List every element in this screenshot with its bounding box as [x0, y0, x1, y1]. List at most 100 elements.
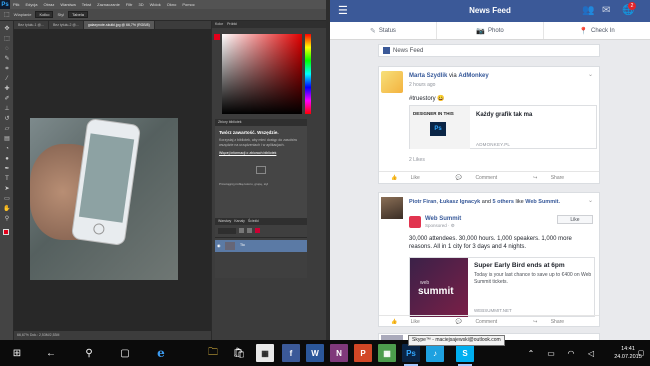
ps-swatches-tab[interactable]: Próbki	[227, 22, 237, 26]
filter-adjust-icon[interactable]	[247, 228, 252, 233]
ps-fg-swatch[interactable]	[214, 34, 220, 40]
ps-style-field[interactable]: Tabela	[68, 11, 88, 18]
post-likes-count[interactable]: 2 Likes	[409, 157, 425, 163]
app-icon[interactable]: ▦	[256, 344, 274, 362]
eraser-tool-icon[interactable]: ▱	[3, 125, 11, 133]
comment-button[interactable]: 💬 Comment	[456, 175, 509, 181]
volume-icon[interactable]: ◁	[582, 344, 600, 362]
file-explorer-icon[interactable]: 🗀	[204, 344, 222, 362]
quick-select-tool-icon[interactable]: ✎	[3, 55, 11, 63]
avatar[interactable]	[381, 197, 403, 219]
post-menu-chevron-icon[interactable]: ⌄	[588, 71, 593, 78]
ps-layer-row[interactable]: ◉ Tło	[215, 240, 307, 252]
hand-tool-icon[interactable]: ✋	[3, 205, 11, 213]
search-icon[interactable]: ⚲	[80, 344, 98, 362]
wifi-icon[interactable]: ◠	[562, 344, 580, 362]
blur-tool-icon[interactable]: ◔	[3, 145, 11, 153]
ps-menu-select[interactable]: Zaznaczanie	[94, 2, 123, 7]
zoom-tool-icon[interactable]: ⚲	[3, 215, 11, 223]
crop-tool-icon[interactable]: ⌗	[3, 65, 11, 73]
check-in-button[interactable]: 📍 Check In	[544, 22, 650, 39]
word-app-icon[interactable]: W	[306, 344, 324, 362]
ps-channels-tab[interactable]: Kanały	[234, 219, 245, 223]
ps-hue-slider[interactable]	[305, 34, 311, 114]
facebook-app-icon[interactable]: f	[282, 344, 300, 362]
messages-icon[interactable]: ✉	[602, 5, 610, 17]
ps-layers-tab[interactable]: Warstwy	[218, 219, 231, 223]
pen-tool-icon[interactable]: ✒	[3, 165, 11, 173]
status-button[interactable]: ✎ Status	[330, 22, 437, 39]
task-view-icon[interactable]: ▢	[116, 344, 134, 362]
post-author[interactable]: Marta Szydlik	[409, 73, 447, 79]
friend-requests-icon[interactable]: 👥	[582, 5, 594, 17]
ps-mode-field[interactable]: Kolko	[35, 11, 54, 18]
music-app-icon[interactable]: ♪	[426, 344, 444, 362]
ps-menu-file[interactable]: Plik	[10, 2, 22, 7]
photoshop-app-icon[interactable]: Ps	[402, 344, 420, 366]
ps-menu-type[interactable]: Tekst	[79, 2, 94, 7]
powerpoint-app-icon[interactable]: P	[354, 344, 372, 362]
stamp-tool-icon[interactable]: ⊥	[3, 105, 11, 113]
start-button-icon[interactable]: ⊞	[8, 344, 26, 362]
like-button[interactable]: 👍 Like	[391, 175, 432, 181]
lasso-tool-icon[interactable]: ◌	[3, 45, 11, 53]
library-link[interactable]: Więcej informacji o zbiorach bibliotek	[219, 151, 303, 156]
layer-kind-dropdown[interactable]	[218, 228, 236, 234]
ps-menu-image[interactable]: Obraz	[40, 2, 57, 7]
ps-menu-layer[interactable]: Warstwa	[57, 2, 78, 7]
sponsor-name[interactable]: Web Summit	[425, 216, 461, 222]
comment-button[interactable]: 💬 Comment	[456, 319, 509, 325]
ad-link-preview[interactable]: web summit Super Early Bird ends at 6pm …	[409, 257, 595, 317]
ps-menu-view[interactable]: Widok	[147, 2, 164, 7]
back-arrow-icon[interactable]: ←	[42, 344, 60, 362]
ps-menu-edit[interactable]: Edycja	[22, 2, 40, 7]
ps-canvas-image[interactable]	[30, 118, 178, 280]
photo-button[interactable]: 📷 Photo	[437, 22, 544, 39]
link-preview[interactable]: DESIGNER IN THIS Ps Każdy grafik tak ma …	[409, 105, 597, 149]
post-author[interactable]: Piotr Firan	[409, 199, 437, 205]
filter-pixel-icon[interactable]	[239, 228, 244, 233]
post-author-2[interactable]: Łukasz Ignacyk	[440, 199, 481, 205]
ps-paths-tab[interactable]: Ścieżki	[248, 219, 259, 223]
skype-app-icon[interactable]: S	[456, 344, 474, 366]
path-select-tool-icon[interactable]: ➤	[3, 185, 11, 193]
liked-page-link[interactable]: Web Summit.	[525, 199, 560, 205]
move-tool-icon[interactable]: ✥	[3, 25, 11, 33]
dodge-tool-icon[interactable]: ●	[3, 155, 11, 163]
brush-tool-icon[interactable]: ✐	[3, 95, 11, 103]
ps-menu-3d[interactable]: 3D	[136, 2, 147, 7]
battery-icon[interactable]: ▭	[542, 344, 560, 362]
ps-doc-tab-1[interactable]: Bez tytułu-1 @...	[14, 21, 49, 29]
show-hidden-icons-icon[interactable]: ⌃	[522, 344, 540, 362]
share-button[interactable]: ↪ Share	[533, 175, 576, 181]
onenote-app-icon[interactable]: N	[330, 344, 348, 362]
like-page-button[interactable]: Like	[557, 215, 593, 224]
healing-tool-icon[interactable]: ✚	[3, 85, 11, 93]
ps-doc-tab-2[interactable]: Bez tytułu-2 @...	[49, 21, 84, 29]
post-time[interactable]: 2 hours ago	[409, 82, 435, 88]
post-page[interactable]: AdMonkey	[458, 73, 488, 79]
more-people-link[interactable]: 5 others	[493, 199, 514, 205]
ps-marquee-icon[interactable]: ⬚	[4, 11, 10, 18]
foreground-color-swatch[interactable]	[3, 229, 9, 235]
avatar[interactable]	[381, 71, 403, 93]
app-tile-icon[interactable]: ▦	[378, 344, 396, 362]
filter-toggle-icon[interactable]	[255, 228, 260, 233]
store-icon[interactable]: 🛍	[230, 344, 248, 362]
like-button[interactable]: 👍 Like	[391, 319, 432, 325]
ps-menu-window[interactable]: Okno	[164, 2, 180, 7]
gradient-tool-icon[interactable]: ▤	[3, 135, 11, 143]
eyedropper-tool-icon[interactable]: ⁄	[3, 75, 11, 83]
ps-library-header[interactable]: Zbiory bibliotek	[215, 119, 307, 126]
action-center-icon[interactable]: ▢	[636, 344, 646, 362]
shape-tool-icon[interactable]: ▭	[3, 195, 11, 203]
edge-browser-icon[interactable]: e	[152, 344, 170, 362]
layer-visibility-icon[interactable]: ◉	[217, 243, 221, 248]
ps-color-field[interactable]	[222, 34, 302, 114]
history-brush-tool-icon[interactable]: ↺	[3, 115, 11, 123]
web-summit-logo-icon[interactable]	[409, 216, 421, 228]
ps-menu-help[interactable]: Pomoc	[179, 2, 197, 7]
ps-doc-tab-3[interactable]: galaxynote-skutki.jpg @ 66,7% (RGB/8)	[83, 21, 155, 29]
marquee-tool-icon[interactable]: ⬚	[3, 35, 11, 43]
ps-menu-filter[interactable]: Filtr	[123, 2, 136, 7]
